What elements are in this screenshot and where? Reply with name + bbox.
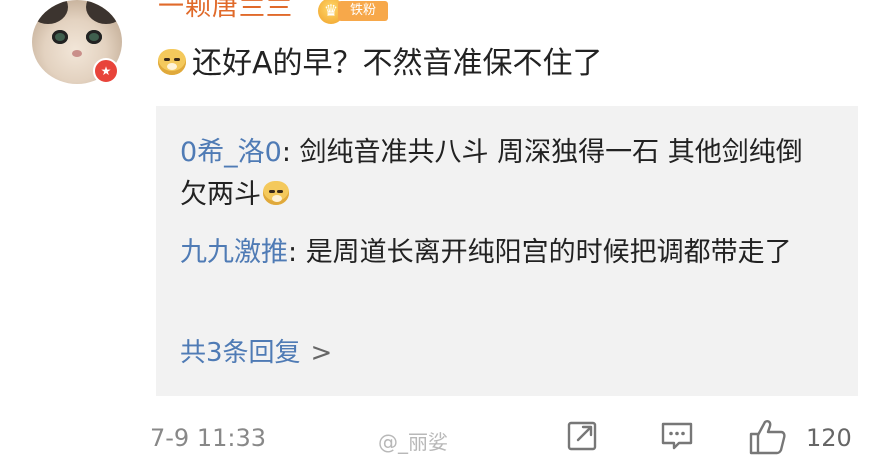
avatar-ear-left [32, 0, 68, 24]
like-button[interactable]: 120 [748, 418, 858, 458]
more-replies-label: 共3条回复 [180, 338, 301, 368]
avatar-eye-right [86, 30, 102, 44]
comment-button[interactable] [660, 418, 694, 458]
view-more-replies-link[interactable]: 共3条回复 > [180, 336, 332, 370]
reply-author[interactable]: 0希_洛0 [180, 137, 282, 168]
reply-author[interactable]: 九九激推 [180, 237, 288, 268]
comment-timestamp: 7-9 11:33 [150, 424, 266, 452]
reply-separator: : [288, 237, 306, 268]
username[interactable]: 一颗唐兰兰 [158, 0, 293, 23]
fan-badge[interactable]: ♛ 铁粉 [318, 0, 392, 24]
like-count: 120 [806, 424, 852, 452]
watermark: @_丽娑 [378, 430, 448, 454]
forward-button[interactable] [566, 418, 600, 458]
avatar-eye-left [52, 30, 68, 44]
reply-separator: : [281, 137, 300, 168]
forward-icon [567, 421, 597, 451]
reply-item[interactable]: 0希_洛0: 剑纯音准共八斗 周深独得一石 其他剑纯倒欠两斗 [180, 132, 820, 216]
reply-item[interactable]: 九九激推: 是周道长离开纯阳宫的时候把调都带走了 [180, 232, 820, 274]
doge-emoji-icon [158, 48, 186, 75]
reply-text: 是周道长离开纯阳宫的时候把调都带走了 [305, 237, 792, 268]
avatar-ear-right [86, 0, 122, 24]
avatar-nose [72, 50, 82, 57]
comment-text: 还好A的早？不然音准保不住了 [158, 44, 603, 84]
like-icon [749, 420, 786, 455]
doge-emoji-icon [263, 180, 289, 205]
comment-icon [661, 422, 693, 450]
chevron-right-icon: > [310, 338, 333, 368]
fan-badge-label: 铁粉 [338, 1, 388, 21]
vip-badge-icon: ★ [93, 58, 119, 84]
reply-box[interactable]: 0希_洛0: 剑纯音准共八斗 周深独得一石 其他剑纯倒欠两斗 九九激推: 是周道… [156, 106, 858, 396]
comment-body: 还好A的早？不然音准保不住了 [192, 46, 603, 81]
